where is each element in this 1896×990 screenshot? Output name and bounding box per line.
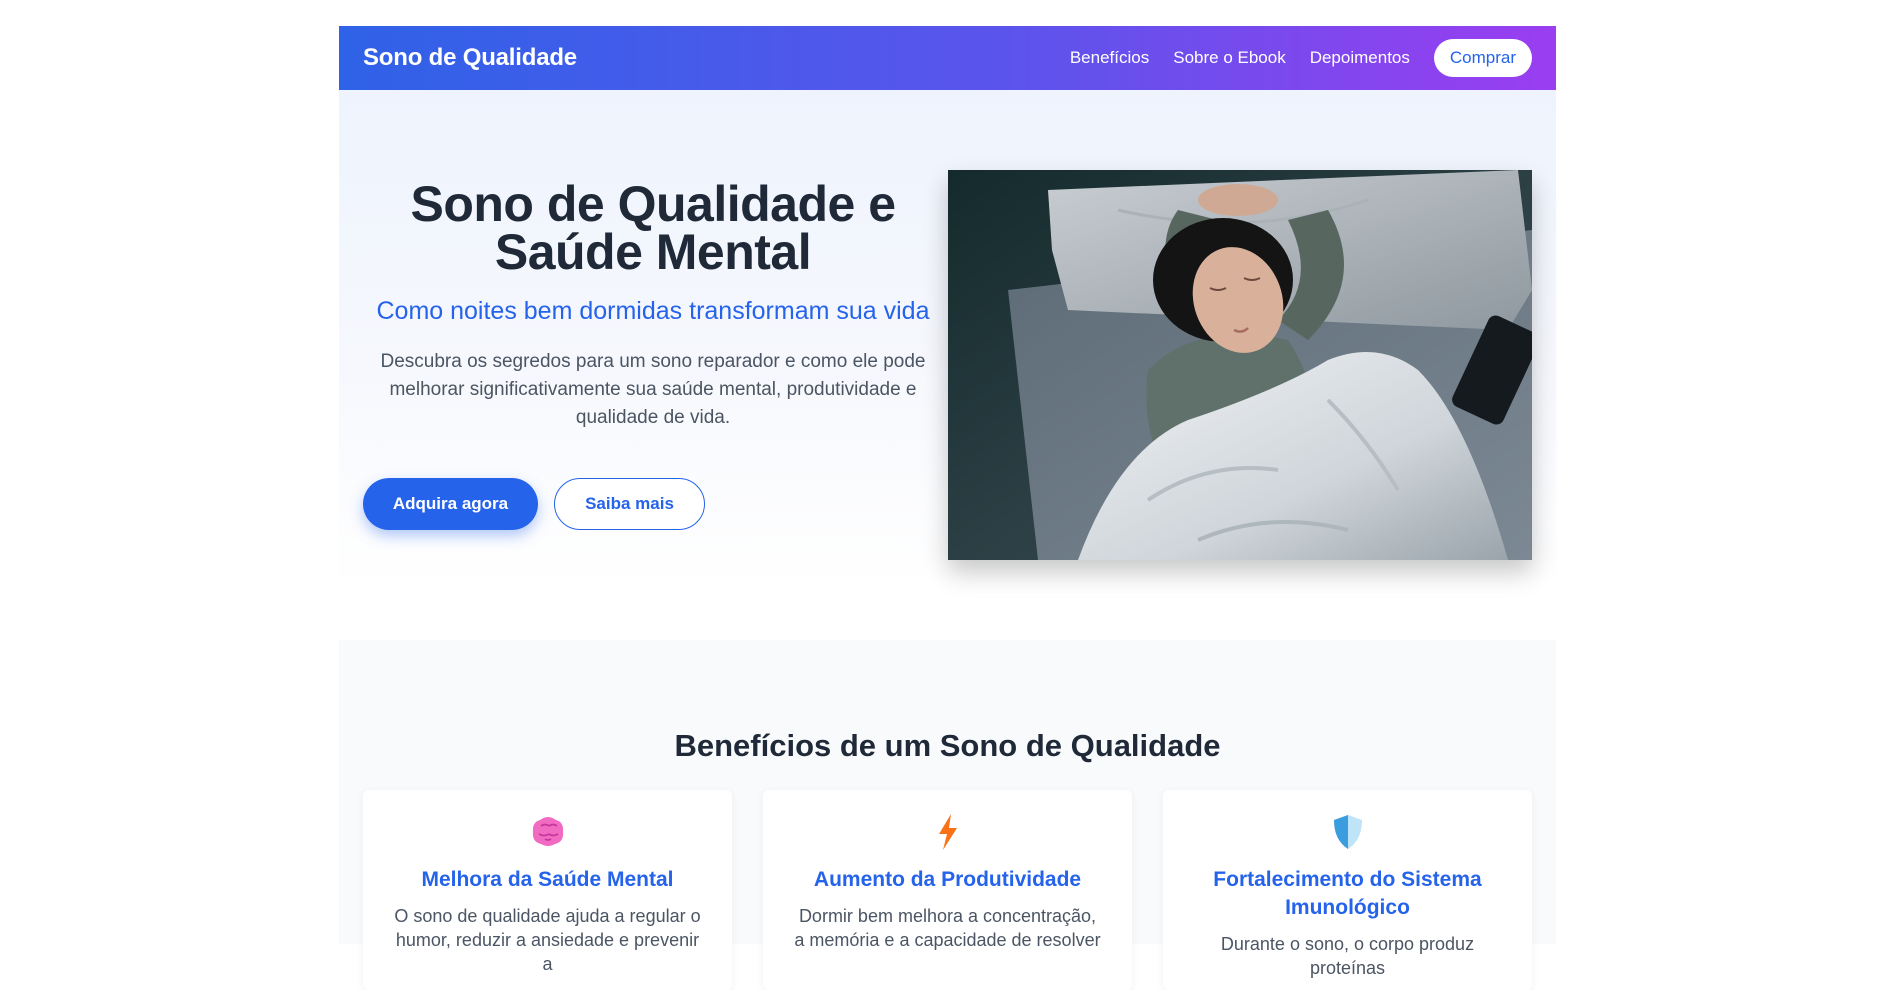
benefit-card-produtividade: Aumento da Produtividade Dormir bem melh…: [763, 790, 1132, 990]
lightning-icon: [938, 814, 957, 850]
hero-buttons: Adquira agora Saiba mais: [363, 478, 705, 530]
hero-subtitle: Como noites bem dormidas transformam sua…: [376, 297, 930, 325]
nav-link-depoimentos[interactable]: Depoimentos: [1310, 48, 1410, 68]
benefit-card-imunologico: Fortalecimento do Sistema Imunológico Du…: [1163, 790, 1532, 990]
card-title: Melhora da Saúde Mental: [421, 868, 674, 891]
nav-links: Benefícios Sobre o Ebook Depoimentos Com…: [1070, 39, 1532, 77]
card-title: Aumento da Produtividade: [813, 868, 1082, 891]
sleeping-woman-illustration: [948, 170, 1532, 560]
brand-logo[interactable]: Sono de Qualidade: [363, 44, 577, 72]
hero-section: Sono de Qualidade e Saúde Mental Como no…: [339, 90, 1556, 590]
nav-link-sobre-ebook[interactable]: Sobre o Ebook: [1173, 48, 1285, 68]
card-text: Durante o sono, o corpo produz proteínas: [1220, 934, 1475, 978]
card-text: Dormir bem melhora a concentração, a mem…: [794, 906, 1101, 950]
nav-link-beneficios[interactable]: Benefícios: [1070, 48, 1149, 68]
card-title: Fortalecimento do Sistema Imunológico: [1213, 868, 1482, 919]
hero-text: Sono de Qualidade e Saúde Mental Como no…: [363, 176, 943, 432]
buy-button[interactable]: Comprar: [1433, 39, 1532, 77]
buy-now-button[interactable]: Adquira agora: [363, 478, 538, 530]
shield-icon: [1333, 815, 1362, 849]
card-text: O sono de qualidade ajuda a regular o hu…: [394, 906, 701, 974]
benefits-title: Benefícios de um Sono de Qualidade: [674, 728, 1221, 763]
page: Sono de Qualidade Benefícios Sobre o Ebo…: [339, 26, 1556, 990]
learn-more-button[interactable]: Saiba mais: [554, 478, 705, 530]
hero-title: Sono de Qualidade e Saúde Mental: [410, 176, 896, 280]
brain-icon: [532, 817, 563, 846]
hero-image-sleeping-woman: [948, 170, 1532, 560]
hero-description: Descubra os segredos para um sono repara…: [380, 351, 926, 428]
benefits-section: Benefícios de um Sono de Qualidade Melho…: [339, 640, 1556, 990]
benefit-card-saude-mental: Melhora da Saúde Mental O sono de qualid…: [363, 790, 732, 990]
navbar: Sono de Qualidade Benefícios Sobre o Ebo…: [339, 26, 1556, 90]
